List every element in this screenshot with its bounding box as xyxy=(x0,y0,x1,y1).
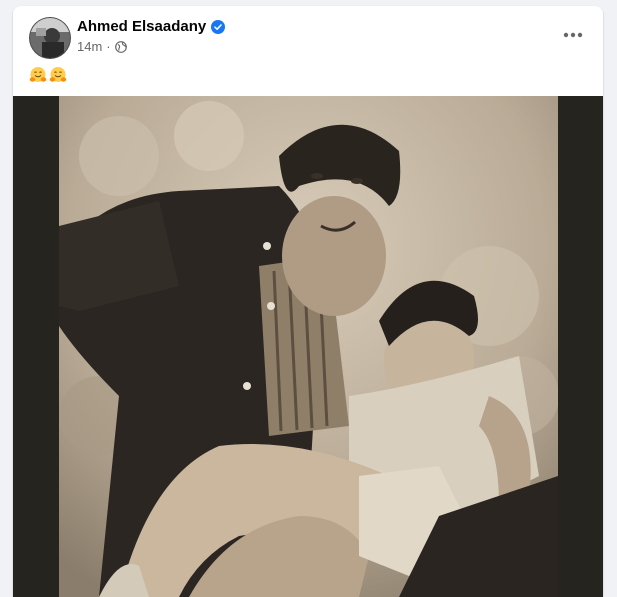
verified-badge-icon xyxy=(211,19,226,34)
vintage-photo-image xyxy=(59,96,558,597)
meta-separator: · xyxy=(106,39,111,54)
hugging-face-emoji xyxy=(29,66,47,84)
post-text xyxy=(29,66,67,84)
avatar-image xyxy=(30,18,70,58)
more-options-button[interactable] xyxy=(557,22,589,48)
hugging-face-emoji xyxy=(49,66,67,84)
more-options-icon xyxy=(563,32,583,38)
post-header: Ahmed Elsaadany 14m · xyxy=(13,6,603,66)
author-avatar[interactable] xyxy=(29,17,71,59)
post-card: Ahmed Elsaadany 14m · xyxy=(13,6,603,597)
globe-icon[interactable] xyxy=(114,40,127,53)
author-name[interactable]: Ahmed Elsaadany xyxy=(77,18,206,35)
post-media xyxy=(13,96,603,597)
post-meta: 14m · xyxy=(77,39,127,54)
post-photo[interactable] xyxy=(59,96,558,597)
post-timestamp[interactable]: 14m xyxy=(77,39,102,54)
author-row: Ahmed Elsaadany xyxy=(77,18,226,35)
